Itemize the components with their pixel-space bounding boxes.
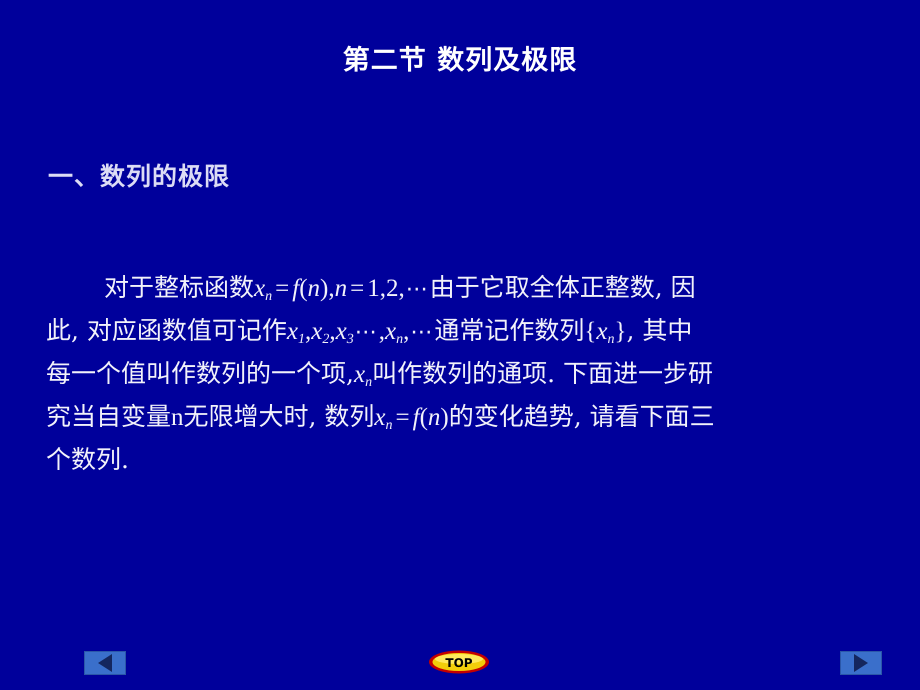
line4-paren-open: ( [419,404,428,431]
line3-text-b: 叫作数列的通项. 下面进一步研 [372,359,713,388]
line4-var-x: x [374,404,386,431]
line1-num-2: 2, [385,275,405,302]
line1-num-1: 1, [367,275,386,302]
line4-text-b: 无限增大时, 数列 [183,402,375,431]
line1-text-a: 对于整标函数 [104,273,255,302]
line2-text-c: , 其中 [626,316,693,345]
line4-text-c: 的变化趋势, 请看下面三 [448,402,715,431]
top-label: TOP [445,656,472,670]
line1-arg-n: n [307,275,321,302]
line2-sub-1: 1 [298,332,306,347]
previous-slide-button[interactable] [84,651,126,675]
line5-text-a: 个数列. [46,445,129,474]
line2-text-b: 通常记作数列 [434,316,585,345]
line4-fn-f: f [412,404,420,431]
next-slide-button[interactable] [840,651,882,675]
line2-var-x3: x [335,318,347,345]
line3-sub-n: n [365,375,373,390]
line1-text-b: 由于它取全体正整数, 因 [429,273,696,302]
line2-var-x1: x [286,318,299,345]
line1-paren-open: ( [299,275,308,302]
body-line-3: 每一个值叫作数列的一个项,xn叫作数列的通项. 下面进一步研 [46,352,882,395]
line3-var-x: x [353,361,366,388]
back-arrow-icon [98,654,112,672]
line2-brace-close: } [614,318,627,345]
line3-text-a: 每一个值叫作数列的一个项, [46,359,354,388]
body-line-1: 对于整标函数xn = f(n),n = 1,2,⋯由于它取全体正整数, 因 [46,266,882,309]
line1-var-x: x [254,275,266,302]
section-heading: 一、数列的极限 [48,162,231,191]
line4-arg-n: n [427,404,441,431]
body-line-4: 究当自变量n无限增大时, 数列xn = f(n)的变化趋势, 请看下面三 [46,395,882,438]
line1-equals-1: = [275,275,290,302]
line2-var-xb: x [596,318,608,345]
line1-ellipsis: ⋯ [405,277,429,302]
top-button[interactable]: TOP [428,649,490,675]
line4-text-a: 究当自变量 [46,402,172,431]
line4-sub-n: n [385,418,393,433]
line2-var-x2: x [311,318,323,345]
line2-text-a: 此, 对应函数值可记作 [46,316,287,345]
top-icon: TOP [429,650,489,674]
body-line-2: 此, 对应函数值可记作x1,x2,x3⋯,xn,⋯通常记作数列{xn}, 其中 [46,309,882,352]
line4-paren-close: ) [440,404,449,431]
line2-brace-open: { [584,318,597,345]
line2-ellipsis-2: ⋯ [410,320,434,345]
line2-ellipsis-1: ⋯ [354,320,378,345]
line2-sub-3: 3 [346,332,354,347]
next-arrow-icon [854,654,868,672]
line4-var-n: n [171,404,184,431]
page-title: 第二节 数列及极限 [342,45,578,76]
line1-equals-2: = [350,275,365,302]
line4-equals: = [395,404,410,431]
slide-canvas: 第二节 数列及极限 一、数列的极限 对于整标函数xn = f(n),n = 1,2,⋯由… [0,0,920,690]
body-line-5: 个数列. [46,438,882,481]
line1-var-n: n [334,275,348,302]
line2-var-xn: x [384,318,397,345]
body-text: 对于整标函数xn = f(n),n = 1,2,⋯由于它取全体正整数, 因 此, 对应函… [46,266,882,481]
